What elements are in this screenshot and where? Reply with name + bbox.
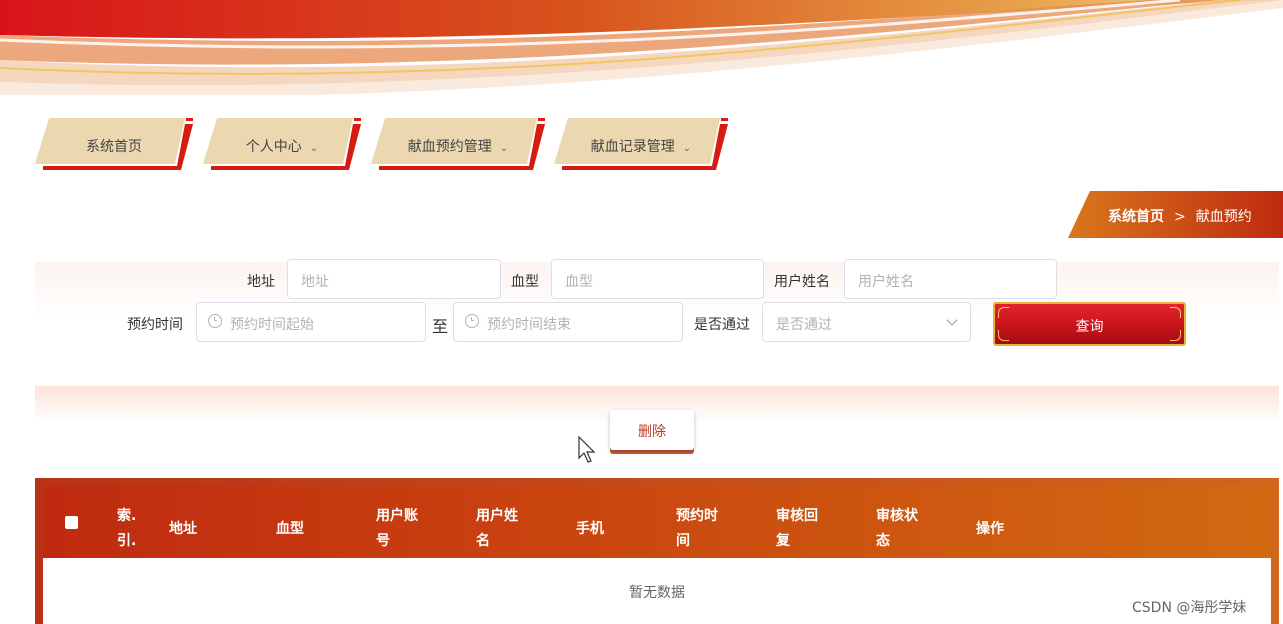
chevron-down-icon: ⌄ [682,143,692,154]
nav-item-label: 系统首页 [86,139,142,155]
column-header-review-reply[interactable]: 审核回复 [776,504,818,554]
clock-icon [465,314,479,328]
chevron-down-icon: ⌄ [309,143,319,154]
column-header-review-status[interactable]: 审核状态 [876,504,918,554]
column-header-user-name[interactable]: 用户姓名 [476,504,518,554]
booking-time-start-placeholder: 预约时间起始 [230,317,314,333]
booking-time-start-input[interactable]: 预约时间起始 [196,302,426,342]
clock-icon [208,314,222,328]
range-separator: 至 [432,317,449,336]
passed-select[interactable]: 是否通过 [762,302,971,342]
header-banner [0,0,1283,95]
user-name-input[interactable]: 用户姓名 [844,259,1057,299]
nav-item-home[interactable]: 系统首页 [35,118,193,170]
user-name-label: 用户姓名 [774,274,830,290]
nav-item-donation-records[interactable]: 献血记录管理 ⌄ [554,118,728,170]
blood-type-placeholder: 血型 [565,274,593,290]
chevron-down-icon: ⌄ [499,143,509,154]
column-header-booking-time[interactable]: 预约时间 [676,504,718,554]
chevron-down-icon [946,314,958,326]
nav-item-label: 献血预约管理 [407,139,492,155]
column-header-user-account[interactable]: 用户账号 [376,504,418,554]
nav-item-label: 献血记录管理 [590,139,675,155]
select-all-checkbox[interactable] [65,516,78,529]
booking-time-end-placeholder: 预约时间结束 [487,317,571,333]
column-header-address[interactable]: 地址 [169,517,197,542]
column-header-phone[interactable]: 手机 [576,517,604,542]
passed-label: 是否通过 [694,317,750,333]
user-name-placeholder: 用户姓名 [858,274,914,290]
nav-item-label: 个人中心 [245,139,302,155]
table-body: 暂无数据 [43,558,1271,624]
query-button-label: 查询 [1075,319,1104,335]
column-header-index[interactable]: 索. 引. [117,504,136,554]
column-header-actions[interactable]: 操作 [976,517,1004,542]
nav-item-donation-booking[interactable]: 献血预约管理 ⌄ [371,118,545,170]
booking-time-end-input[interactable]: 预约时间结束 [453,302,683,342]
breadcrumb-current: 献血预约 [1195,209,1252,225]
address-input[interactable]: 地址 [287,259,501,299]
mouse-cursor-icon [578,436,596,463]
nav-item-personal-center[interactable]: 个人中心 ⌄ [203,118,361,170]
column-header-blood-type[interactable]: 血型 [276,517,304,542]
address-placeholder: 地址 [301,274,329,290]
breadcrumb: 系统首页 > 献血预约 [1068,191,1283,238]
delete-button[interactable]: 删除 [610,410,694,450]
blood-type-label: 血型 [511,274,539,290]
passed-placeholder: 是否通过 [776,317,832,333]
empty-state-text: 暂无数据 [629,585,685,601]
table-header: 索. 引. 地址 血型 用户账号 用户姓名 手机 预约时间 审核回复 审核状态 操… [43,486,1271,558]
breadcrumb-home[interactable]: 系统首页 [1108,209,1164,225]
address-label: 地址 [247,274,275,290]
watermark: CSDN @海彤学妹 [1132,600,1247,616]
data-table: 索. 引. 地址 血型 用户账号 用户姓名 手机 预约时间 审核回复 审核状态 操… [35,478,1279,624]
delete-button-label: 删除 [638,424,666,440]
booking-time-label: 预约时间 [127,317,183,333]
top-nav: 系统首页 个人中心 ⌄ 献血预约管理 ⌄ 献血记录管理 ⌄ [0,118,1283,174]
blood-type-input[interactable]: 血型 [551,259,764,299]
breadcrumb-separator: > [1174,209,1186,225]
query-button[interactable]: 查询 [993,302,1186,346]
